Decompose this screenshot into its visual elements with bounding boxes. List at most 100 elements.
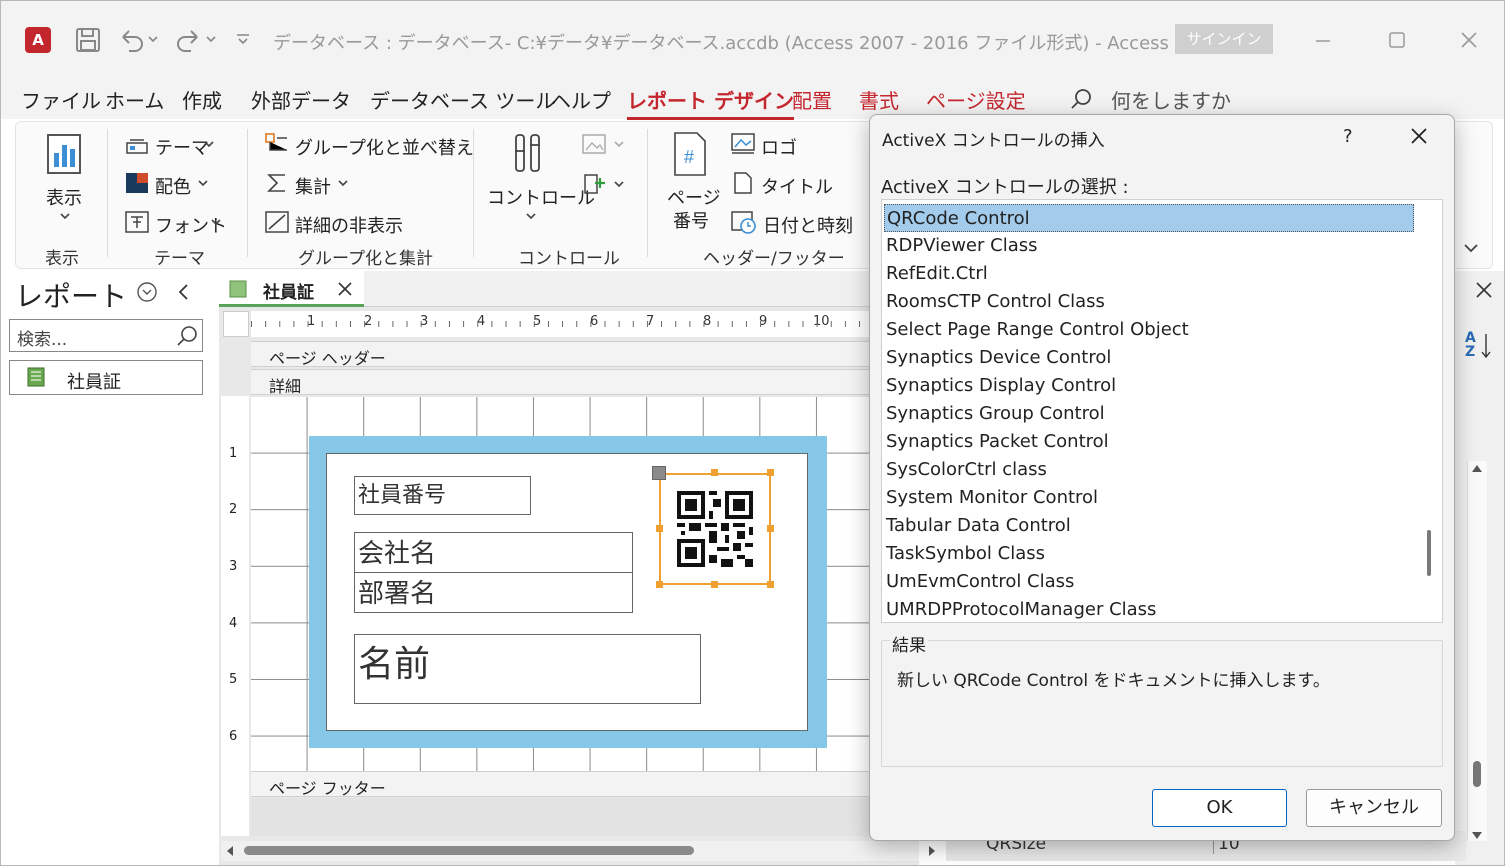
- list-item[interactable]: Synaptics Device Control: [884, 344, 1414, 372]
- menu-file[interactable]: ファイル: [21, 85, 101, 114]
- list-item[interactable]: Tabular Data Control: [884, 512, 1414, 540]
- list-scrollbar-thumb[interactable]: [1427, 530, 1431, 576]
- collapse-pane-icon[interactable]: [177, 283, 191, 301]
- section-page-header[interactable]: ページ ヘッダー: [251, 341, 919, 368]
- resize-handle[interactable]: [711, 581, 718, 588]
- menu-arrange[interactable]: 配置: [792, 85, 832, 114]
- search-icon[interactable]: [1069, 87, 1093, 111]
- list-item[interactable]: System Monitor Control: [884, 484, 1414, 512]
- colors-icon[interactable]: [125, 172, 149, 194]
- list-item[interactable]: TaskSymbol Class: [884, 540, 1414, 568]
- activex-control-list[interactable]: QRCode Control RDPViewer Class RefEdit.C…: [881, 199, 1443, 623]
- hide-details-button[interactable]: 詳細の非表示: [295, 212, 403, 238]
- list-scrollbar[interactable]: [1420, 200, 1442, 622]
- ok-button[interactable]: OK: [1152, 789, 1287, 827]
- list-item[interactable]: Select Page Range Control Object: [884, 316, 1414, 344]
- label-department[interactable]: 部署名: [354, 572, 633, 613]
- redo-icon[interactable]: [173, 27, 217, 53]
- view-icon[interactable]: [44, 131, 84, 177]
- resize-handle[interactable]: [767, 581, 774, 588]
- scrollbar-thumb[interactable]: [244, 846, 694, 855]
- ruler-corner[interactable]: [223, 311, 249, 337]
- menu-format[interactable]: 書式: [859, 85, 899, 114]
- label-employee-number[interactable]: 社員番号: [354, 476, 531, 515]
- close-window-icon[interactable]: [1459, 30, 1479, 50]
- group-sort-button[interactable]: グループ化と並べ替え: [295, 134, 474, 160]
- tell-me-search[interactable]: 何をしますか: [1111, 85, 1231, 114]
- close-icon[interactable]: [337, 281, 353, 297]
- list-item[interactable]: Synaptics Display Control: [884, 372, 1414, 400]
- minimize-icon[interactable]: [1313, 31, 1333, 51]
- controls-icon[interactable]: [511, 131, 545, 175]
- menu-database-tools[interactable]: データベース ツール: [370, 85, 555, 114]
- chevron-down-icon[interactable]: [525, 211, 537, 221]
- list-item[interactable]: RefEdit.Ctrl: [884, 260, 1414, 288]
- themes-button[interactable]: テーマ: [155, 134, 209, 160]
- sort-icon[interactable]: AZ: [1465, 331, 1479, 359]
- title-button[interactable]: タイトル: [761, 173, 833, 199]
- label-name[interactable]: 名前: [354, 634, 701, 704]
- chevron-down-icon[interactable]: [203, 139, 215, 149]
- close-icon[interactable]: [1475, 281, 1493, 299]
- chevron-down-icon[interactable]: [59, 211, 71, 221]
- list-item[interactable]: Synaptics Group Control: [884, 400, 1414, 428]
- chevron-down-icon[interactable]: [337, 178, 349, 188]
- save-icon[interactable]: [75, 27, 101, 53]
- menu-page-setup[interactable]: ページ設定: [926, 85, 1026, 114]
- menu-help[interactable]: ヘルプ: [551, 85, 611, 114]
- list-item[interactable]: UmEvmControl Class: [884, 568, 1414, 596]
- resize-handle[interactable]: [711, 469, 718, 476]
- date-time-button[interactable]: 日付と時刻: [763, 212, 853, 238]
- menu-create[interactable]: 作成: [182, 85, 222, 114]
- hide-details-icon[interactable]: [265, 211, 289, 233]
- title-icon[interactable]: [733, 171, 753, 195]
- resize-handle[interactable]: [656, 581, 663, 588]
- list-item[interactable]: Synaptics Packet Control: [884, 428, 1414, 456]
- resize-handle[interactable]: [767, 525, 774, 532]
- logo-icon[interactable]: [731, 133, 755, 155]
- add-existing-fields-icon[interactable]: [581, 171, 627, 197]
- label-company[interactable]: 会社名: [354, 532, 633, 573]
- undo-icon[interactable]: [117, 27, 159, 53]
- scroll-up-icon[interactable]: [1471, 463, 1483, 473]
- list-item[interactable]: QRCode Control: [884, 204, 1414, 232]
- help-button[interactable]: ?: [1343, 126, 1353, 147]
- search-icon[interactable]: [175, 324, 199, 348]
- signin-button[interactable]: サインイン: [1175, 24, 1273, 54]
- page-number-icon[interactable]: #: [671, 131, 709, 177]
- cancel-button[interactable]: キャンセル: [1306, 789, 1442, 827]
- footer-area[interactable]: [251, 798, 871, 836]
- move-handle[interactable]: [652, 466, 666, 480]
- maximize-icon[interactable]: [1387, 30, 1407, 50]
- controls-button[interactable]: コントロール: [487, 184, 595, 210]
- chevron-down-icon[interactable]: [197, 178, 209, 188]
- menu-report-design[interactable]: レポート デザイン: [627, 85, 794, 120]
- date-time-icon[interactable]: [731, 209, 757, 235]
- nav-menu-icon[interactable]: [136, 281, 158, 303]
- logo-button[interactable]: ロゴ: [761, 134, 797, 160]
- themes-icon[interactable]: [125, 133, 149, 155]
- list-item[interactable]: RDPViewer Class: [884, 232, 1414, 260]
- list-item[interactable]: UMRDPProtocolManager Class: [884, 596, 1414, 622]
- resize-handle[interactable]: [656, 525, 663, 532]
- list-item[interactable]: SysColorCtrl class: [884, 456, 1414, 484]
- chevron-down-icon[interactable]: [210, 217, 222, 227]
- property-scrollbar-thumb[interactable]: [1473, 761, 1481, 787]
- ribbon-collapse-icon[interactable]: [1463, 241, 1479, 255]
- scroll-down-icon[interactable]: [1471, 831, 1483, 841]
- list-item[interactable]: RoomsCTP Control Class: [884, 288, 1414, 316]
- customize-qat-icon[interactable]: [235, 31, 251, 47]
- view-button[interactable]: 表示: [46, 184, 82, 210]
- scroll-right-icon[interactable]: [927, 845, 937, 857]
- section-page-footer[interactable]: ページ フッター: [251, 771, 919, 798]
- totals-icon[interactable]: [265, 172, 289, 194]
- fonts-icon[interactable]: [125, 211, 149, 233]
- group-sort-icon[interactable]: [265, 133, 289, 155]
- totals-button[interactable]: 集計: [295, 173, 331, 199]
- menu-external-data[interactable]: 外部データ: [251, 85, 351, 114]
- menu-home[interactable]: ホーム: [105, 85, 164, 114]
- colors-button[interactable]: 配色: [155, 173, 191, 199]
- resize-handle[interactable]: [767, 469, 774, 476]
- page-number-button-line2[interactable]: 番号: [673, 207, 709, 233]
- close-icon[interactable]: [1410, 127, 1428, 145]
